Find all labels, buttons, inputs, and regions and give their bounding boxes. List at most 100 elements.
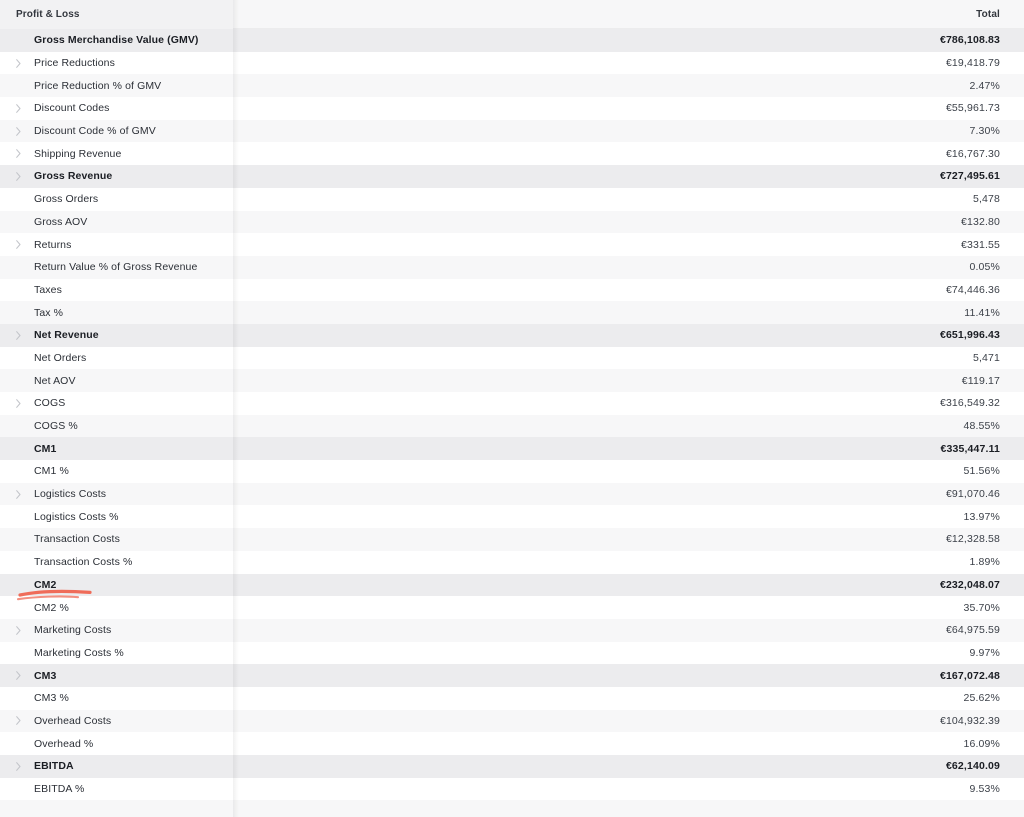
row-label-cell[interactable] (0, 800, 233, 817)
row-label-cell[interactable]: Price Reduction % of GMV (0, 74, 233, 98)
chevron-right-icon[interactable] (16, 671, 34, 680)
row-total-cell[interactable]: €62,140.09 (233, 755, 1024, 778)
row-label-cell[interactable]: Gross AOV (0, 210, 233, 234)
table-row[interactable]: CM1 % 51.56% (0, 460, 1024, 483)
row-label-cell[interactable]: Marketing Costs (0, 618, 233, 642)
table-row[interactable]: CM2 % 35.70% (0, 596, 1024, 619)
table-row[interactable]: Return Value % of Gross Revenue 0.05% (0, 255, 1024, 279)
table-row[interactable]: EBITDA €62,140.09 (0, 755, 1024, 778)
table-row[interactable]: CM1 €335,447.11 (0, 437, 1024, 461)
row-total-cell[interactable]: €727,495.61 (233, 165, 1024, 188)
table-row[interactable]: Price Reductions €19,418.79 (0, 51, 1024, 75)
row-total-cell[interactable]: 5,478 (233, 188, 1024, 211)
row-total-cell[interactable]: €55,961.73 (233, 97, 1024, 120)
row-label-cell[interactable]: Transaction Costs % (0, 550, 233, 574)
table-row[interactable]: Gross Revenue €727,495.61 (0, 165, 1024, 188)
table-row[interactable]: Price Reduction % of GMV 2.47% (0, 74, 1024, 98)
table-row[interactable]: Gross Orders 5,478 (0, 187, 1024, 211)
chevron-right-icon[interactable] (16, 149, 34, 159)
table-row[interactable]: EBITDA % 9.53% (0, 777, 1024, 801)
row-label-cell[interactable]: Price Reductions (0, 51, 233, 75)
chevron-right-icon[interactable] (16, 240, 34, 249)
table-row[interactable]: COGS €316,549.32 (0, 392, 1024, 415)
row-label-cell[interactable]: Tax % (0, 301, 233, 324)
row-label-cell[interactable]: CM3 (0, 664, 233, 687)
row-total-cell[interactable]: 25.62% (233, 687, 1024, 710)
table-row[interactable]: Returns €331.55 (0, 233, 1024, 256)
chevron-right-icon[interactable] (16, 58, 34, 68)
row-total-cell[interactable]: €104,932.39 (233, 710, 1024, 733)
row-label-cell[interactable]: Return Value % of Gross Revenue (0, 255, 233, 279)
table-row[interactable]: Discount Codes €55,961.73 (0, 97, 1024, 120)
table-row[interactable]: COGS % 48.55% (0, 414, 1024, 438)
table-row[interactable]: Gross Merchandise Value (GMV) €786,108.83 (0, 29, 1024, 52)
row-total-cell[interactable]: 13.97% (233, 505, 1024, 528)
chevron-right-icon[interactable] (16, 172, 34, 181)
table-row[interactable]: Logistics Costs % 13.97% (0, 505, 1024, 529)
row-total-cell[interactable]: 2.47% (233, 74, 1024, 97)
row-total-cell[interactable]: €335,447.11 (233, 437, 1024, 460)
row-total-cell[interactable]: 9.97% (233, 642, 1024, 665)
row-label-cell[interactable]: Overhead Costs (0, 709, 233, 733)
table-row[interactable]: Gross AOV €132.80 (0, 210, 1024, 234)
row-total-cell[interactable]: €119.17 (233, 369, 1024, 392)
table-row[interactable]: CM3 €167,072.48 (0, 664, 1024, 687)
row-total-cell[interactable]: €91,070.46 (233, 483, 1024, 506)
row-total-cell[interactable]: €74,446.36 (233, 279, 1024, 302)
row-total-cell[interactable]: €16,767.30 (233, 142, 1024, 165)
table-row[interactable]: Transaction Costs €12,328.58 (0, 528, 1024, 551)
row-label-cell[interactable]: CM2 % (0, 596, 233, 619)
row-label-cell[interactable]: Logistics Costs (0, 482, 233, 506)
row-total-cell[interactable]: 11.41% (233, 301, 1024, 324)
table-row[interactable]: Overhead Costs €104,932.39 (0, 709, 1024, 733)
row-label-cell[interactable]: Taxes (0, 278, 233, 302)
row-total-cell[interactable]: €316,549.32 (233, 392, 1024, 415)
table-row[interactable] (0, 800, 1024, 817)
row-label-cell[interactable]: Overhead % (0, 732, 233, 755)
chevron-right-icon[interactable] (16, 489, 34, 499)
row-total-cell[interactable]: 9.53% (233, 778, 1024, 801)
chevron-right-icon[interactable] (16, 761, 34, 771)
table-row[interactable]: Net Orders 5,471 (0, 346, 1024, 370)
row-label-cell[interactable]: Marketing Costs % (0, 641, 233, 665)
row-label-cell[interactable]: Shipping Revenue (0, 142, 233, 166)
row-total-cell[interactable]: €64,975.59 (233, 619, 1024, 642)
table-row[interactable]: Net Revenue €651,996.43 (0, 323, 1024, 347)
row-total-cell[interactable]: 51.56% (233, 460, 1024, 483)
row-label-cell[interactable]: Discount Code % of GMV (0, 119, 233, 143)
row-total-cell[interactable] (233, 800, 1024, 817)
row-label-cell[interactable]: Gross Merchandise Value (GMV) (0, 29, 233, 52)
row-label-cell[interactable]: COGS % (0, 414, 233, 438)
chevron-right-icon[interactable] (16, 625, 34, 635)
row-label-cell[interactable]: Gross Revenue (0, 165, 233, 188)
chevron-right-icon[interactable] (16, 330, 34, 340)
row-total-cell[interactable]: 0.05% (233, 256, 1024, 279)
row-total-cell[interactable]: 1.89% (233, 551, 1024, 574)
table-row[interactable]: Discount Code % of GMV 7.30% (0, 119, 1024, 143)
row-total-cell[interactable]: €232,048.07 (233, 574, 1024, 597)
table-row[interactable]: Tax % 11.41% (0, 301, 1024, 324)
row-total-cell[interactable]: €12,328.58 (233, 528, 1024, 551)
row-total-cell[interactable]: €786,108.83 (233, 29, 1024, 52)
table-row[interactable]: Net AOV €119.17 (0, 369, 1024, 392)
row-label-cell[interactable]: Returns (0, 233, 233, 256)
row-total-cell[interactable]: 35.70% (233, 596, 1024, 619)
row-total-cell[interactable]: €167,072.48 (233, 664, 1024, 687)
row-label-cell[interactable]: EBITDA (0, 755, 233, 778)
row-label-cell[interactable]: CM1 (0, 437, 233, 461)
row-label-cell[interactable]: Transaction Costs (0, 528, 233, 551)
row-label-cell[interactable]: Discount Codes (0, 97, 233, 120)
column-header-total[interactable]: Total (233, 0, 1024, 29)
table-row[interactable]: CM2 €232,048.07 (0, 573, 1024, 597)
chevron-right-icon[interactable] (16, 716, 34, 726)
row-total-cell[interactable]: €132.80 (233, 211, 1024, 234)
row-total-cell[interactable]: €19,418.79 (233, 52, 1024, 75)
table-row[interactable]: Shipping Revenue €16,767.30 (0, 142, 1024, 166)
table-row[interactable]: CM3 % 25.62% (0, 686, 1024, 710)
row-total-cell[interactable]: 5,471 (233, 347, 1024, 370)
row-label-cell[interactable]: Logistics Costs % (0, 505, 233, 529)
table-row[interactable]: Transaction Costs % 1.89% (0, 550, 1024, 574)
table-row[interactable]: Logistics Costs €91,070.46 (0, 482, 1024, 506)
table-row[interactable]: Marketing Costs €64,975.59 (0, 618, 1024, 642)
row-total-cell[interactable]: €331.55 (233, 233, 1024, 256)
